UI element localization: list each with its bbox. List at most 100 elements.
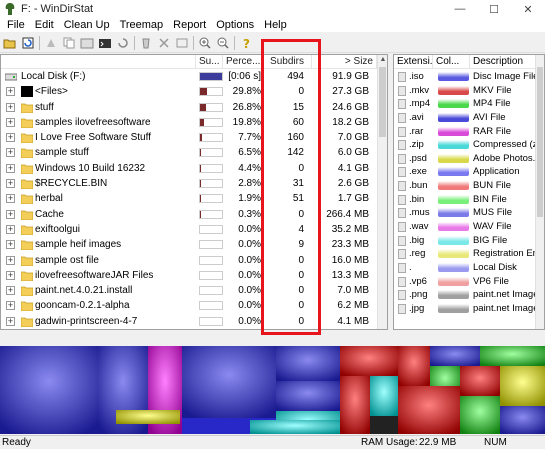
directory-row[interactable]: + $RECYCLE.BIN 2.8% 31 2.6 GB (1, 176, 377, 191)
extension-description: RAR File (473, 125, 512, 137)
extension-row[interactable]: .exe Application (394, 165, 536, 179)
directory-row[interactable]: + I Love Free Software Stuff 7.7% 160 7.0 GB (1, 130, 377, 145)
copy-icon[interactable] (62, 36, 76, 50)
expand-icon[interactable]: + (6, 179, 15, 189)
extension-row[interactable]: .rar RAR File (394, 125, 536, 139)
vertical-scrollbar[interactable]: ▲ (377, 55, 387, 329)
menu-options[interactable]: Options (211, 18, 259, 32)
directory-row[interactable]: + sample ost file 0.0% 0 16.0 MB (1, 253, 377, 268)
menu-treemap[interactable]: Treemap (115, 18, 169, 32)
expand-icon[interactable]: + (6, 301, 15, 311)
extension-row[interactable]: .zip Compressed (z... (394, 138, 537, 152)
column-percentage[interactable]: Perce... (223, 55, 263, 69)
extension-scrollbar[interactable] (535, 55, 544, 329)
extension-row[interactable]: .png paint.net Image (394, 288, 537, 302)
expand-icon[interactable]: + (6, 255, 15, 265)
treemap[interactable] (0, 346, 545, 434)
extension-row[interactable]: .avi AVI File (394, 111, 536, 125)
scroll-up-icon[interactable]: ▲ (378, 55, 387, 65)
menu-file[interactable]: File (2, 18, 30, 32)
extension-row[interactable]: .bun BUN File (394, 179, 536, 193)
menu-report[interactable]: Report (168, 18, 211, 32)
directory-row[interactable]: + sample stuff 6.5% 142 6.0 GB (1, 145, 377, 160)
expand-icon[interactable]: + (6, 270, 15, 280)
refresh-selected-icon[interactable] (116, 36, 130, 50)
delete-icon[interactable] (157, 36, 171, 50)
expand-icon[interactable]: + (6, 148, 15, 158)
maximize-button[interactable]: ☐ (477, 0, 511, 18)
expand-icon[interactable]: + (6, 209, 15, 219)
directory-row[interactable]: + sample heif images 0.0% 9 23.3 MB (1, 237, 377, 252)
expand-icon[interactable]: + (6, 163, 15, 173)
expand-icon[interactable]: + (6, 194, 15, 204)
explorer-icon[interactable] (80, 36, 94, 50)
column-description[interactable]: Description (470, 55, 536, 69)
directory-row[interactable]: + paint.net.4.0.21.install 0.0% 0 7.0 MB (1, 283, 377, 298)
close-button[interactable]: ✕ (511, 0, 545, 18)
extension-row[interactable]: . Local Disk (394, 261, 536, 275)
file-type-icon (398, 235, 406, 246)
percentage-value: 29.8% (232, 86, 261, 98)
expand-icon[interactable]: + (6, 102, 15, 112)
extension-row[interactable]: .jpg paint.net Image (394, 302, 537, 316)
treemap-graphic[interactable] (0, 346, 545, 434)
directory-row[interactable]: + stuff 26.8% 15 24.6 GB (1, 100, 377, 115)
directory-row[interactable]: + Windows 10 Build 16232 4.4% 0 4.1 GB (1, 161, 377, 176)
directory-row[interactable]: + ilovefreesoftwareJAR Files 0.0% 0 13.3 MB (1, 268, 377, 283)
column-subtree[interactable]: Su... (196, 55, 223, 69)
directory-row[interactable]: +sample heic images ilovefreesoftware0.0… (1, 329, 377, 330)
extension-list[interactable]: Extensi... Col... Description .iso Disc I… (393, 54, 545, 330)
extension-row[interactable]: .reg Registration En... (394, 247, 537, 261)
extension-row[interactable]: .mkv MKV File (394, 84, 536, 98)
minimize-button[interactable]: — (443, 0, 477, 18)
refresh-icon[interactable] (21, 36, 35, 50)
directory-name: paint.net.4.0.21.install (35, 285, 133, 297)
extension-row[interactable]: .psd Adobe Photos... (394, 152, 537, 166)
delete-recycle-icon[interactable] (139, 36, 153, 50)
column-size[interactable]: > Size (312, 55, 377, 69)
extension-row[interactable]: .mus MUS File (394, 206, 536, 220)
extension-scroll-thumb[interactable] (537, 67, 543, 217)
extension-row[interactable]: .vp6 VP6 File (394, 275, 536, 289)
column-extension[interactable]: Extensi... (394, 55, 433, 69)
extension-description: paint.net Image (473, 302, 537, 314)
stop-icon[interactable] (44, 36, 58, 50)
column-name[interactable] (1, 55, 196, 69)
expand-icon[interactable]: + (6, 117, 15, 127)
drive-row[interactable]: Local Disk (F:) [0:06 s] 494 91.9 GB (1, 69, 377, 84)
directory-row[interactable]: + samples ilovefreesoftware 19.8% 60 18.2 GB (1, 115, 377, 130)
directory-row[interactable]: + exiftoolgui 0.0% 4 35.2 MB (1, 222, 377, 237)
zoom-out-icon[interactable] (216, 36, 230, 50)
properties-icon[interactable] (175, 36, 189, 50)
menu-clean-up[interactable]: Clean Up (59, 18, 115, 32)
column-color[interactable]: Col... (433, 55, 470, 69)
directory-row[interactable]: + Cache 0.3% 0 266.4 MB (1, 207, 377, 222)
expand-icon[interactable]: + (6, 316, 15, 326)
directory-row[interactable]: + herbal 1.9% 51 1.7 GB (1, 191, 377, 206)
zoom-in-icon[interactable] (198, 36, 212, 50)
help-icon[interactable]: ? (239, 36, 253, 50)
directory-name: sample stuff (35, 147, 89, 159)
extension-row[interactable]: .bin BIN File (394, 193, 536, 207)
extension-name: .avi (409, 111, 424, 123)
expand-icon[interactable]: + (6, 240, 15, 250)
extension-row[interactable]: .big BIG File (394, 234, 536, 248)
directory-row[interactable]: + <Files> 29.8% 0 27.3 GB (1, 84, 377, 99)
expand-icon[interactable]: + (6, 286, 15, 296)
open-icon[interactable] (3, 36, 17, 50)
menu-help[interactable]: Help (259, 18, 292, 32)
expand-icon[interactable]: + (6, 224, 15, 234)
extension-row[interactable]: .mp4 MP4 File (394, 97, 536, 111)
directory-row[interactable]: + gadwin-printscreen-4-7 0.0% 0 4.1 MB (1, 314, 377, 329)
column-subdirs[interactable]: Subdirs (263, 55, 312, 69)
expand-icon[interactable]: + (6, 87, 15, 97)
expand-icon[interactable]: + (6, 133, 15, 143)
extension-row[interactable]: .iso Disc Image File (394, 70, 537, 84)
directory-list[interactable]: Su... Perce... Subdirs > Size Local Disk… (0, 54, 388, 330)
directory-row[interactable]: + gooncam-0.2.1-alpha 0.0% 0 6.2 MB (1, 298, 377, 313)
menu-edit[interactable]: Edit (30, 18, 59, 32)
extension-row[interactable]: .wav WAV File (394, 220, 536, 234)
scroll-thumb[interactable] (379, 67, 386, 137)
command-prompt-icon[interactable] (98, 36, 112, 50)
directory-name: Local Disk (F:) (21, 71, 86, 82)
